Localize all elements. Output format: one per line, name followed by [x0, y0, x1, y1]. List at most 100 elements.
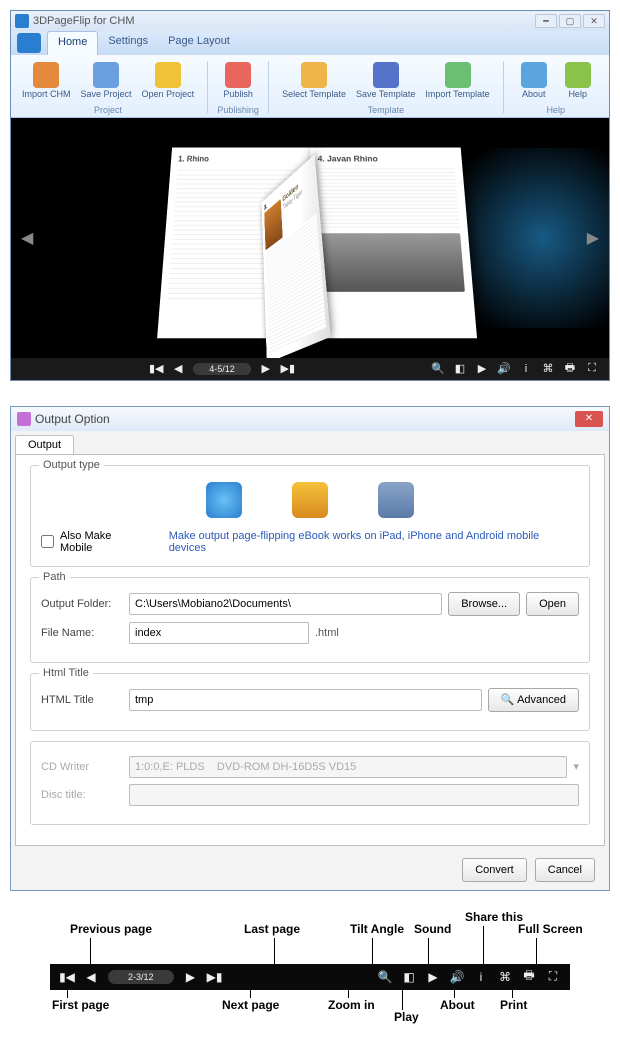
main-window: 3DPageFlip for CHM ━ ▢ ✕ Home Settings P…: [10, 10, 610, 381]
play-button[interactable]: ▶: [475, 362, 489, 376]
page-indicator: 4-5/12: [193, 363, 251, 375]
select-template-icon: [301, 62, 327, 88]
callout-zoom: Zoom in: [328, 998, 375, 1012]
app-icon: [15, 14, 29, 28]
flipbook-preview: ◀ ▶ 1. Rhino 4. Javan Rhino 3. Golden Ta…: [11, 118, 609, 358]
output-folder-input[interactable]: [129, 593, 442, 615]
titlebar: 3DPageFlip for CHM ━ ▢ ✕: [11, 11, 609, 31]
ribbon: Import CHM Save Project Open Project Pro…: [11, 55, 609, 118]
browse-button[interactable]: Browse...: [448, 592, 520, 616]
last-page-button[interactable]: ▶▮: [281, 362, 295, 376]
mobile-note: Make output page-flipping eBook works on…: [169, 530, 579, 554]
share-button[interactable]: ⌘: [541, 362, 555, 376]
callout-sound: Sound: [414, 922, 451, 936]
cd-writer-select: [129, 756, 567, 778]
also-make-mobile-checkbox[interactable]: [41, 535, 54, 548]
publish-icon: [225, 62, 251, 88]
file-name-input[interactable]: [129, 622, 309, 644]
save-template-button[interactable]: Save Template: [351, 59, 420, 103]
output-folder-label: Output Folder:: [41, 598, 123, 610]
legend-fullscreen-icon[interactable]: ⛶: [546, 970, 560, 984]
next-page-arrow[interactable]: ▶: [583, 224, 603, 252]
file-ext-label: .html: [315, 627, 339, 639]
import-chm-button[interactable]: Import CHM: [17, 59, 76, 103]
help-button[interactable]: Help: [556, 59, 600, 103]
publish-button[interactable]: Publish: [216, 59, 260, 103]
legend-first-page-icon[interactable]: ▮◀: [60, 970, 74, 984]
callout-share: Share this: [465, 910, 523, 924]
legend-about-icon[interactable]: i: [474, 970, 488, 984]
output-zip-icon[interactable]: [292, 482, 328, 518]
callout-last: Last page: [244, 922, 300, 936]
next-page-button[interactable]: ▶: [259, 362, 273, 376]
open-folder-button[interactable]: Open: [526, 592, 579, 616]
maximize-button[interactable]: ▢: [559, 14, 581, 28]
legend-last-page-icon[interactable]: ▶▮: [208, 970, 222, 984]
about-toolbar-button[interactable]: i: [519, 362, 533, 376]
zoom-in-button[interactable]: 🔍: [431, 362, 445, 376]
fullscreen-button[interactable]: ⛶: [585, 362, 599, 376]
print-button[interactable]: 🖶: [563, 362, 577, 376]
help-icon: [565, 62, 591, 88]
callout-next: Next page: [222, 998, 279, 1012]
dialog-icon: [17, 412, 31, 426]
callout-play: Play: [394, 1010, 419, 1024]
output-type-group: Output type Also Make Mobile Make output…: [30, 465, 590, 567]
dialog-titlebar: Output Option ✕: [11, 407, 609, 431]
book-page-right[interactable]: 4. Javan Rhino: [310, 147, 477, 338]
save-project-button[interactable]: Save Project: [76, 59, 137, 103]
convert-button[interactable]: Convert: [462, 858, 527, 882]
legend-next-page-icon[interactable]: ▶: [184, 970, 198, 984]
path-group: Path Output Folder: Browse... Open File …: [30, 577, 590, 663]
about-button[interactable]: About: [512, 59, 556, 103]
tab-settings[interactable]: Settings: [98, 31, 158, 55]
advanced-button[interactable]: 🔍 Advanced: [488, 688, 579, 712]
sound-button[interactable]: 🔊: [497, 362, 511, 376]
html-title-group: Html Title HTML Title 🔍 Advanced: [30, 673, 590, 731]
output-html-icon[interactable]: [206, 482, 242, 518]
group-label-template: Template: [368, 105, 405, 115]
save-project-icon: [93, 62, 119, 88]
cd-group: CD Writer ▾ Disc title:: [30, 741, 590, 825]
html-title-input[interactable]: [129, 689, 482, 711]
group-label-project: Project: [94, 105, 122, 115]
prev-page-button[interactable]: ◀: [171, 362, 185, 376]
group-label-help: Help: [546, 105, 565, 115]
legend-share-icon[interactable]: ⌘: [498, 970, 512, 984]
menu-tabs: Home Settings Page Layout: [11, 31, 609, 55]
callout-about: About: [440, 998, 475, 1012]
tab-page-layout[interactable]: Page Layout: [158, 31, 240, 55]
also-make-mobile-label: Also Make Mobile: [60, 530, 147, 554]
dialog-tabs: Output: [11, 431, 609, 454]
tilt-angle-button[interactable]: ◧: [453, 362, 467, 376]
open-project-button[interactable]: Open Project: [137, 59, 200, 103]
ribbon-group-publishing: Publish Publishing: [216, 59, 260, 115]
prev-page-arrow[interactable]: ◀: [17, 224, 37, 252]
legend-print-icon[interactable]: 🖶: [522, 970, 536, 984]
legend-prev-page-icon[interactable]: ◀: [84, 970, 98, 984]
html-title-label: HTML Title: [41, 694, 123, 706]
close-button[interactable]: ✕: [583, 14, 605, 28]
cancel-button[interactable]: Cancel: [535, 858, 595, 882]
first-page-button[interactable]: ▮◀: [149, 362, 163, 376]
select-template-button[interactable]: Select Template: [277, 59, 351, 103]
import-template-button[interactable]: Import Template: [420, 59, 494, 103]
minimize-button[interactable]: ━: [535, 14, 557, 28]
window-title: 3DPageFlip for CHM: [33, 15, 535, 27]
tab-home[interactable]: Home: [47, 31, 98, 55]
ribbon-group-project: Import CHM Save Project Open Project Pro…: [17, 59, 199, 115]
tab-output[interactable]: Output: [15, 435, 74, 454]
legend-zoom-icon[interactable]: 🔍: [378, 970, 392, 984]
rhino-image: [318, 233, 465, 292]
open-project-icon: [155, 62, 181, 88]
callout-full: Full Screen: [518, 922, 583, 936]
cd-writer-label: CD Writer: [41, 761, 123, 773]
legend-sound-icon[interactable]: 🔊: [450, 970, 464, 984]
callout-print: Print: [500, 998, 527, 1012]
output-exe-icon[interactable]: [378, 482, 414, 518]
ribbon-group-template: Select Template Save Template Import Tem…: [277, 59, 495, 115]
legend-tilt-icon[interactable]: ◧: [402, 970, 416, 984]
legend-play-icon[interactable]: ▶: [426, 970, 440, 984]
dialog-close-button[interactable]: ✕: [575, 411, 603, 427]
menu-logo[interactable]: [17, 33, 41, 53]
